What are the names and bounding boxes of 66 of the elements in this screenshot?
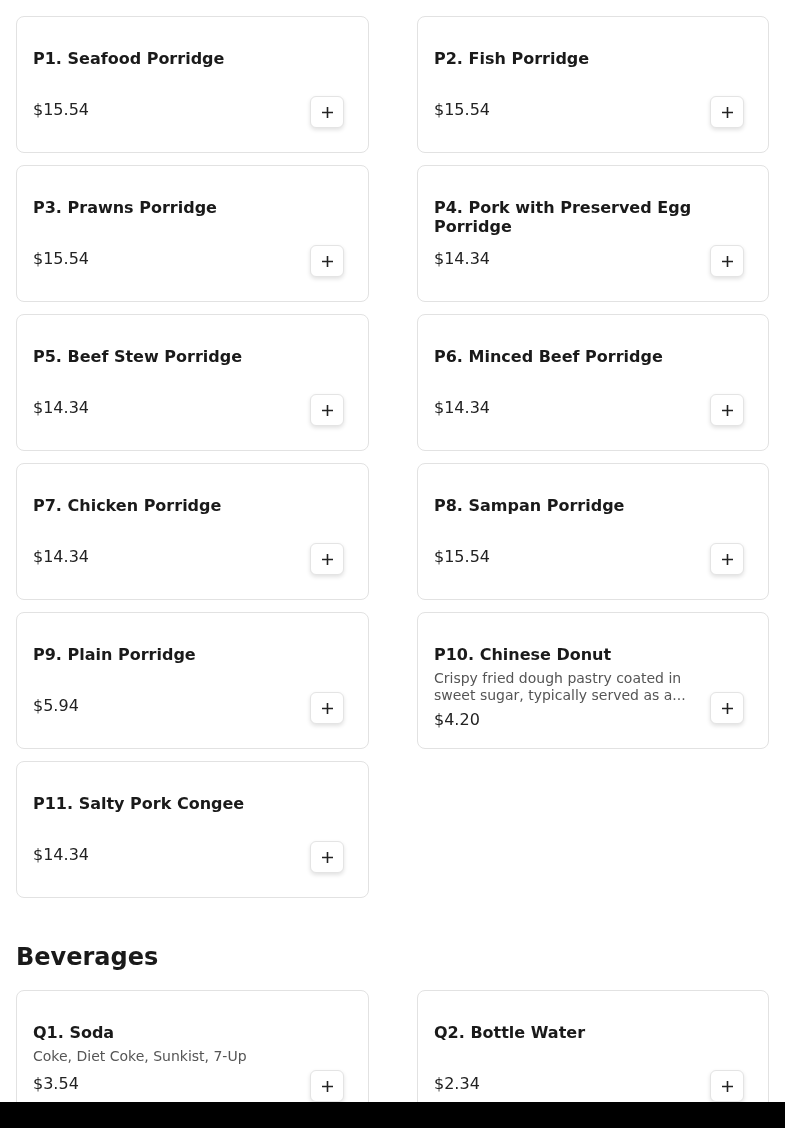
plus-icon xyxy=(721,404,733,416)
item-name: Q2. Bottle Water xyxy=(434,1023,587,1042)
item-price: $3.54 xyxy=(33,1074,80,1094)
menu-item-card[interactable]: P7. Chicken Porridge $14.34 xyxy=(16,463,369,600)
plus-icon xyxy=(321,255,333,267)
add-button[interactable] xyxy=(310,1070,344,1102)
section-heading: Beverages xyxy=(16,942,160,972)
plus-icon xyxy=(321,553,333,565)
plus-icon xyxy=(721,255,733,267)
add-button[interactable] xyxy=(710,543,744,575)
item-price: $14.34 xyxy=(434,398,491,418)
menu-item-card[interactable]: P3. Prawns Porridge $15.54 xyxy=(16,165,369,302)
item-price: $15.54 xyxy=(434,547,491,567)
plus-icon xyxy=(321,1080,333,1092)
plus-icon xyxy=(321,404,333,416)
menu-item-card[interactable]: P5. Beef Stew Porridge $14.34 xyxy=(16,314,369,451)
item-name: P4. Pork with Preserved Egg Porridge xyxy=(434,198,693,236)
plus-icon xyxy=(721,1080,733,1092)
add-button[interactable] xyxy=(310,394,344,426)
item-price: $2.34 xyxy=(434,1074,481,1094)
plus-icon xyxy=(321,702,333,714)
item-description: Crispy fried dough pastry coated in sweet sugar, typically served as a... xyxy=(434,670,687,704)
menu-item-card[interactable]: P8. Sampan Porridge $15.54 xyxy=(417,463,769,600)
add-button[interactable] xyxy=(710,245,744,277)
item-name: P10. Chinese Donut xyxy=(434,645,613,664)
item-name: P2. Fish Porridge xyxy=(434,49,591,68)
add-button[interactable] xyxy=(710,692,744,724)
item-price: $15.54 xyxy=(33,100,90,120)
item-name: P8. Sampan Porridge xyxy=(434,496,626,515)
add-button[interactable] xyxy=(310,96,344,128)
menu-item-card[interactable]: P4. Pork with Preserved Egg Porridge $14.34 xyxy=(417,165,769,302)
menu-item-card[interactable]: P11. Salty Pork Congee $14.34 xyxy=(16,761,369,898)
add-button[interactable] xyxy=(310,692,344,724)
menu-item-card[interactable]: P1. Seafood Porridge $15.54 xyxy=(16,16,369,153)
item-price: $14.34 xyxy=(33,845,90,865)
item-name: P7. Chicken Porridge xyxy=(33,496,223,515)
item-price: $15.54 xyxy=(33,249,90,269)
plus-icon xyxy=(721,553,733,565)
plus-icon xyxy=(721,702,733,714)
item-name: P9. Plain Porridge xyxy=(33,645,197,664)
item-name: Q1. Soda xyxy=(33,1023,116,1042)
plus-icon xyxy=(321,851,333,863)
add-button[interactable] xyxy=(710,96,744,128)
item-name: P5. Beef Stew Porridge xyxy=(33,347,244,366)
item-price: $14.34 xyxy=(434,249,491,269)
item-name: P6. Minced Beef Porridge xyxy=(434,347,664,366)
add-button[interactable] xyxy=(310,245,344,277)
item-price: $4.20 xyxy=(434,710,481,730)
item-name: P3. Prawns Porridge xyxy=(33,198,218,217)
menu-item-card[interactable]: P2. Fish Porridge $15.54 xyxy=(417,16,769,153)
item-price: $14.34 xyxy=(33,547,90,567)
menu-item-card[interactable]: P10. Chinese Donut Crispy fried dough pastry coated in sweet sugar, typically served as a... $4.20 xyxy=(417,612,769,749)
item-name: P1. Seafood Porridge xyxy=(33,49,226,68)
item-price: $15.54 xyxy=(434,100,491,120)
plus-icon xyxy=(321,106,333,118)
add-button[interactable] xyxy=(710,394,744,426)
item-name: P11. Salty Pork Congee xyxy=(33,794,246,813)
item-price: $5.94 xyxy=(33,696,80,716)
item-price: $14.34 xyxy=(33,398,90,418)
add-button[interactable] xyxy=(310,543,344,575)
add-button[interactable] xyxy=(310,841,344,873)
plus-icon xyxy=(721,106,733,118)
menu-item-card[interactable]: P9. Plain Porridge $5.94 xyxy=(16,612,369,749)
item-description: Coke, Diet Coke, Sunkist, 7-Up xyxy=(33,1048,248,1065)
menu-item-card[interactable]: P6. Minced Beef Porridge $14.34 xyxy=(417,314,769,451)
add-button[interactable] xyxy=(710,1070,744,1102)
